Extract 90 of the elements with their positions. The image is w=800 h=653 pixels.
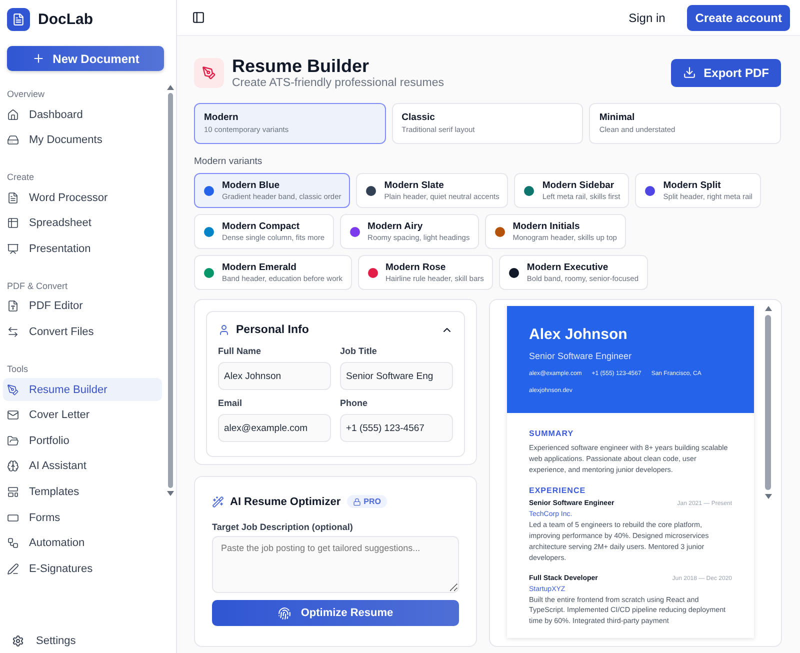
scroll-up-icon[interactable]	[764, 306, 772, 311]
page-subtitle: Create ATS-friendly professional resumes	[232, 77, 444, 89]
sidebar-item[interactable]: Spreadsheet	[3, 212, 162, 235]
variant-name: Modern Compact	[222, 221, 301, 232]
app-name: DocLab	[38, 10, 94, 28]
brain-icon	[7, 460, 19, 472]
field-label: Job Title	[340, 346, 378, 356]
create-account-button[interactable]: Create account	[687, 4, 790, 30]
sidebar-item[interactable]: Convert Files	[3, 320, 162, 344]
table-icon	[7, 217, 19, 230]
sidebar-item[interactable]: Word Processor	[3, 186, 162, 210]
pen-icon	[7, 562, 19, 575]
sidebar-item[interactable]: Templates	[3, 480, 162, 504]
pro-badge: PRO	[346, 495, 387, 508]
fingerprint-icon	[278, 606, 291, 620]
sidebar-item[interactable]: PDF Editor	[3, 294, 162, 318]
job-description-field[interactable]: Paste the job posting to get tailored suggestions...	[212, 536, 459, 593]
drive-icon	[7, 134, 19, 146]
workflow-icon	[7, 537, 19, 550]
sidebar-toggle-icon[interactable]	[192, 11, 205, 24]
scroll-up-icon[interactable]	[166, 85, 174, 90]
settings-icon	[12, 635, 24, 647]
section-title: Tools	[6, 363, 30, 376]
sidebar-item[interactable]: Cover Letter	[3, 404, 162, 427]
resume-name: Alex Johnson	[529, 326, 628, 343]
pen-tool-icon	[7, 384, 19, 396]
pen-tool-icon	[194, 58, 224, 88]
variant-name: Modern Executive	[526, 262, 610, 273]
field-label: Phone	[340, 398, 369, 408]
sidebar-item[interactable]: Dashboard	[3, 103, 162, 126]
variant-name: Modern Blue	[222, 180, 281, 191]
resume-role: Senior Software Engineer	[529, 351, 633, 361]
logo-icon	[7, 8, 30, 30]
sidebar-item[interactable]: Resume Builder	[3, 378, 162, 402]
variants-label: Modern variants	[194, 156, 264, 167]
document-icon	[7, 192, 19, 204]
download-icon	[682, 66, 696, 79]
input-field[interactable]: +1 (555) 123-4567	[340, 414, 453, 442]
magic-wand-icon	[212, 496, 224, 508]
field-label: Target Job Description (optional)	[212, 522, 354, 532]
page-title: Resume Builder	[232, 56, 370, 77]
resume-section-heading: EXPERIENCE	[529, 486, 587, 496]
user-icon	[218, 324, 230, 336]
variant-name: Modern Initials	[512, 221, 581, 232]
scrollbar-thumb[interactable]	[765, 315, 771, 490]
field-label: Full Name	[218, 346, 262, 356]
section-title: Create	[6, 171, 36, 184]
sidebar-item[interactable]: Portfolio	[3, 429, 162, 452]
new-document-button[interactable]: New Document	[7, 46, 164, 71]
plus-icon	[32, 52, 45, 65]
style-name: Minimal	[599, 112, 636, 123]
section-title: PDF & Convert	[6, 280, 69, 293]
variant-name: Modern Rose	[386, 262, 447, 273]
optimize-resume-button[interactable]: Optimize Resume	[212, 600, 459, 626]
variant-name: Modern Airy	[368, 221, 424, 232]
panel-title: AI Resume Optimizer	[230, 496, 341, 508]
variant-name: Modern Slate	[384, 180, 445, 191]
home-icon	[7, 108, 19, 120]
resume-section-heading: SUMMARY	[529, 429, 575, 438]
presentation-board-icon	[7, 242, 19, 255]
sidebar-item[interactable]: E-Signatures	[3, 557, 162, 580]
arrows-icon	[7, 326, 19, 338]
scrollbar-thumb[interactable]	[168, 93, 172, 488]
sign-in-button[interactable]: Sign in	[622, 10, 672, 26]
input-field[interactable]: Senior Software Eng	[340, 362, 453, 390]
sidebar-item[interactable]: Automation	[3, 532, 162, 555]
rectangle-icon	[7, 512, 19, 524]
settings-item[interactable]: Settings	[0, 627, 176, 653]
input-field[interactable]: Alex Johnson	[218, 362, 331, 390]
input-field[interactable]: alex@example.com	[218, 414, 331, 442]
variant-name: Modern Sidebar	[542, 180, 616, 191]
folder-icon	[7, 434, 19, 447]
export-pdf-button[interactable]: Export PDF	[670, 58, 781, 86]
variant-name: Modern Split	[663, 180, 722, 191]
sidebar-item[interactable]: My Documents	[3, 128, 162, 152]
sidebar-item[interactable]: Presentation	[3, 237, 162, 260]
lock-icon	[352, 498, 361, 506]
style-name: Modern	[204, 112, 240, 123]
file-icon	[7, 300, 19, 312]
field-label: Email	[218, 398, 244, 408]
section-title: Overview	[6, 88, 46, 101]
scroll-down-icon[interactable]	[166, 491, 174, 496]
section-title: Personal Info	[236, 324, 309, 336]
sidebar-item[interactable]: Forms	[3, 506, 162, 530]
scroll-down-icon[interactable]	[764, 494, 772, 499]
layout-icon	[7, 486, 19, 498]
sidebar-item[interactable]: AI Assistant	[3, 454, 162, 478]
mail-icon	[7, 409, 19, 422]
style-name: Classic	[402, 112, 436, 123]
variant-name: Modern Emerald	[222, 262, 298, 273]
